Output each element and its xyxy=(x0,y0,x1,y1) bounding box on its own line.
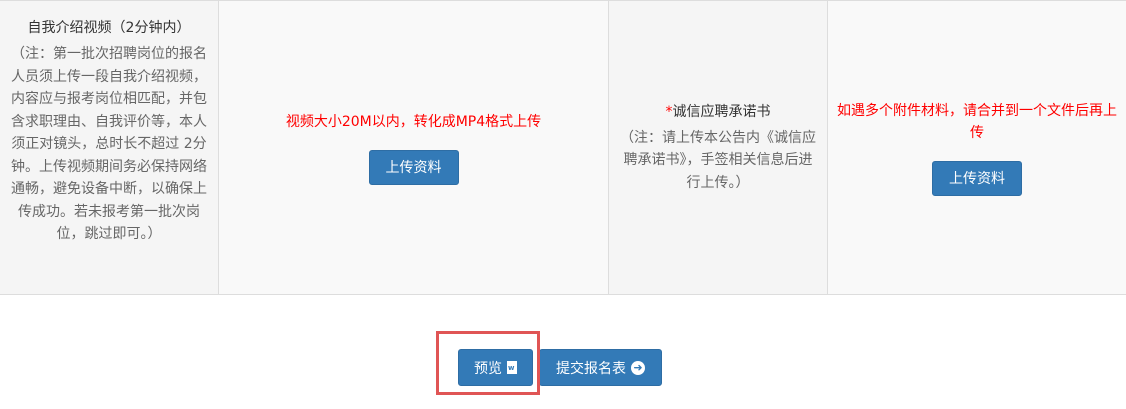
arrow-circle-right-icon: ➜ xyxy=(631,360,645,375)
submit-button[interactable]: 提交报名表 ➜ xyxy=(539,349,662,386)
pledge-title: 诚信应聘承诺书 xyxy=(672,103,771,120)
pledge-upload-cell: 如遇多个附件材料，请合并到一个文件后再上传 上传资料 xyxy=(828,1,1126,294)
required-mark: * xyxy=(665,103,673,120)
video-upload-button[interactable]: 上传资料 xyxy=(368,149,459,185)
video-label-cell: 自我介绍视频（2分钟内） （注：第一批次招聘岗位的报名人员须上传一段自我介绍视频… xyxy=(0,1,219,294)
pledge-upload-button[interactable]: 上传资料 xyxy=(932,160,1022,196)
pledge-note: （注：请上传本公告内《诚信应聘承诺书》，手签相关信息后进行上传。） xyxy=(620,129,816,191)
preview-label: 预览 xyxy=(474,360,502,377)
preview-button[interactable]: 预览 xyxy=(458,349,533,386)
video-title: 自我介绍视频（2分钟内） xyxy=(27,20,191,36)
pledge-label-cell: *诚信应聘承诺书 （注：请上传本公告内《诚信应聘承诺书》，手签相关信息后进行上传… xyxy=(609,1,828,294)
video-requirement: 视频大小20M以内，转化成MP4格式上传 xyxy=(285,113,542,130)
word-file-icon xyxy=(507,361,517,374)
video-upload-cell: 视频大小20M以内，转化成MP4格式上传 上传资料 xyxy=(219,1,609,294)
submit-label: 提交报名表 xyxy=(556,360,626,377)
action-bar: 预览 提交报名表 ➜ xyxy=(0,349,1126,387)
upload-table: 自我介绍视频（2分钟内） （注：第一批次招聘岗位的报名人员须上传一段自我介绍视频… xyxy=(0,0,1126,295)
pledge-title-row: *诚信应聘承诺书 xyxy=(666,101,771,123)
video-note: （注：第一批次招聘岗位的报名人员须上传一段自我介绍视频，内容应与报考岗位相匹配，… xyxy=(11,46,207,242)
pledge-requirement: 如遇多个附件材料，请合并到一个文件后再上传 xyxy=(837,102,1117,141)
